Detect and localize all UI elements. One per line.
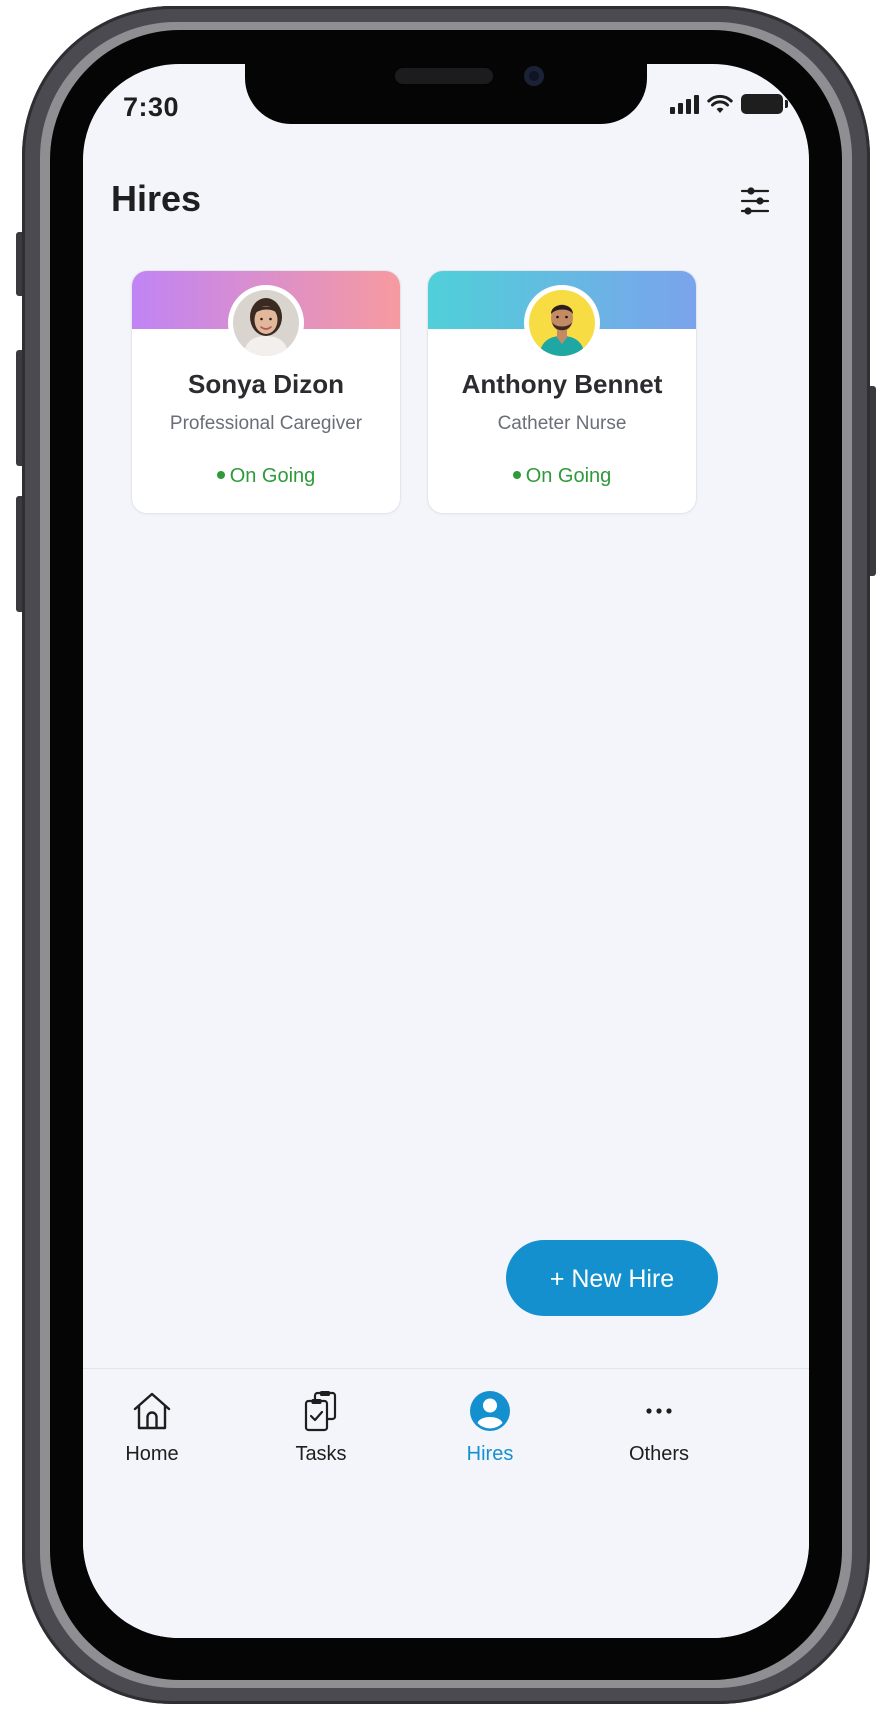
nav-item-others[interactable]: Others	[599, 1389, 719, 1466]
bottom-nav: Home Tasks Hires Others	[83, 1368, 809, 1638]
hire-name: Sonya Dizon	[187, 369, 344, 399]
status-dot-icon	[512, 470, 521, 479]
nav-label-others: Others	[628, 1443, 690, 1465]
nav-label-hires: Hires	[466, 1443, 514, 1465]
status-badge: On Going	[132, 465, 400, 488]
hire-role: Catheter Nurse	[497, 413, 627, 434]
hire-card[interactable]: Sonya Dizon Professional Caregiver On Go…	[131, 270, 401, 514]
hire-card[interactable]: Anthony Bennet Catheter Nurse On Going	[427, 270, 697, 514]
wifi-icon	[707, 94, 733, 113]
nav-label-home: Home	[125, 1443, 179, 1465]
status-dot-icon	[216, 470, 225, 479]
status-icons	[670, 94, 788, 114]
app-screen: 7:30 Hires Sonya Dizon Professional Care…	[83, 64, 809, 1638]
page-title: Hires	[111, 178, 202, 219]
nav-item-home[interactable]: Home	[92, 1389, 212, 1466]
home-icon	[133, 1392, 171, 1430]
notch	[245, 64, 647, 124]
hire-role: Professional Caregiver	[169, 413, 363, 434]
status-label: On Going	[229, 465, 316, 487]
earpiece-speaker	[395, 68, 493, 84]
more-icon	[646, 1408, 672, 1414]
person-avatar-icon	[529, 290, 595, 356]
status-badge: On Going	[428, 465, 696, 488]
status-time: 7:30	[123, 92, 180, 122]
sliders-icon	[740, 187, 770, 215]
avatar	[524, 285, 600, 361]
nav-item-tasks[interactable]: Tasks	[261, 1389, 381, 1466]
hire-name: Anthony Bennet	[461, 369, 663, 399]
cellular-signal-icon	[670, 94, 699, 114]
status-label: On Going	[525, 465, 612, 487]
new-hire-button[interactable]: + New Hire	[506, 1240, 718, 1316]
filter-button[interactable]	[739, 186, 771, 216]
nav-label-tasks: Tasks	[295, 1443, 347, 1465]
hires-list: Sonya Dizon Professional Caregiver On Go…	[131, 270, 697, 514]
nav-item-hires[interactable]: Hires	[430, 1389, 550, 1466]
tasks-icon	[304, 1391, 337, 1432]
front-camera	[524, 66, 544, 86]
user-circle-icon	[470, 1391, 510, 1431]
person-avatar-icon	[233, 290, 299, 356]
avatar	[228, 285, 304, 361]
battery-icon	[741, 94, 788, 114]
